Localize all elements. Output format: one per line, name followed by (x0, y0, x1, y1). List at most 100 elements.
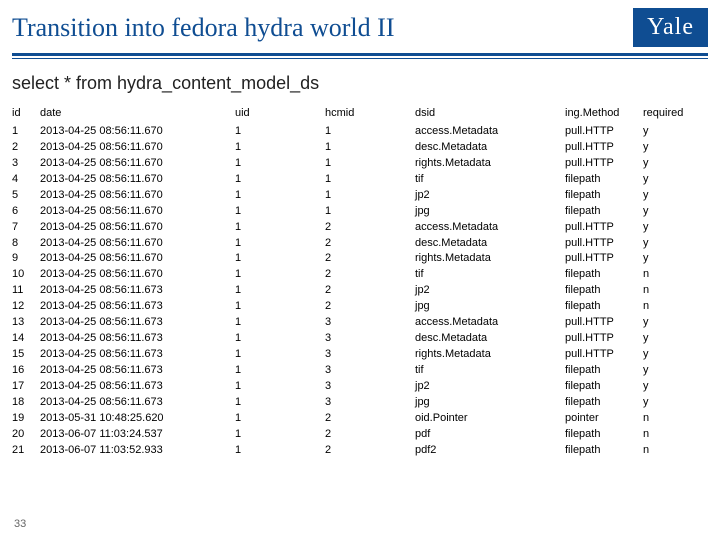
cell-method: filepath (565, 443, 643, 459)
cell-dsid: jp2 (415, 379, 565, 395)
table-row: 122013-04-25 08:56:11.67312jpgfilepathn (12, 299, 708, 315)
cell-required: y (643, 124, 703, 140)
cell-hcmid: 2 (325, 251, 415, 267)
cell-method: pull.HTTP (565, 331, 643, 347)
title-underline-thick (12, 53, 708, 56)
cell-required: y (643, 140, 703, 156)
cell-dsid: access.Metadata (415, 315, 565, 331)
sql-query-text: select * from hydra_content_model_ds (12, 73, 708, 94)
cell-hcmid: 2 (325, 427, 415, 443)
cell-hcmid: 2 (325, 267, 415, 283)
cell-date: 2013-06-07 11:03:52.933 (40, 443, 235, 459)
cell-date: 2013-04-25 08:56:11.673 (40, 379, 235, 395)
cell-method: pointer (565, 411, 643, 427)
cell-dsid: desc.Metadata (415, 331, 565, 347)
cell-hcmid: 1 (325, 172, 415, 188)
cell-date: 2013-06-07 11:03:24.537 (40, 427, 235, 443)
table-row: 62013-04-25 08:56:11.67011jpgfilepathy (12, 204, 708, 220)
col-header-required: required (643, 106, 703, 122)
cell-hcmid: 3 (325, 363, 415, 379)
cell-date: 2013-04-25 08:56:11.670 (40, 188, 235, 204)
cell-id: 2 (12, 140, 40, 156)
cell-method: filepath (565, 299, 643, 315)
cell-required: y (643, 172, 703, 188)
cell-date: 2013-04-25 08:56:11.670 (40, 236, 235, 252)
table-row: 152013-04-25 08:56:11.67313rights.Metada… (12, 347, 708, 363)
cell-method: filepath (565, 363, 643, 379)
cell-id: 6 (12, 204, 40, 220)
table-row: 162013-04-25 08:56:11.67313tiffilepathy (12, 363, 708, 379)
cell-dsid: desc.Metadata (415, 140, 565, 156)
cell-hcmid: 2 (325, 411, 415, 427)
cell-method: pull.HTTP (565, 140, 643, 156)
cell-uid: 1 (235, 395, 325, 411)
brand-logo-box: Yale (633, 8, 708, 47)
cell-date: 2013-04-25 08:56:11.673 (40, 315, 235, 331)
page-number: 33 (14, 518, 26, 530)
cell-method: pull.HTTP (565, 156, 643, 172)
cell-date: 2013-04-25 08:56:11.673 (40, 299, 235, 315)
cell-hcmid: 1 (325, 124, 415, 140)
cell-method: filepath (565, 283, 643, 299)
cell-required: y (643, 331, 703, 347)
cell-uid: 1 (235, 315, 325, 331)
cell-uid: 1 (235, 188, 325, 204)
cell-dsid: pdf2 (415, 443, 565, 459)
cell-id: 1 (12, 124, 40, 140)
cell-method: filepath (565, 188, 643, 204)
cell-required: y (643, 395, 703, 411)
cell-uid: 1 (235, 220, 325, 236)
cell-dsid: tif (415, 172, 565, 188)
cell-required: n (643, 267, 703, 283)
cell-uid: 1 (235, 172, 325, 188)
cell-id: 12 (12, 299, 40, 315)
cell-method: filepath (565, 379, 643, 395)
cell-date: 2013-04-25 08:56:11.673 (40, 363, 235, 379)
slide-title: Transition into fedora hydra world II (12, 13, 394, 43)
cell-id: 7 (12, 220, 40, 236)
cell-uid: 1 (235, 251, 325, 267)
col-header-date: date (40, 106, 235, 122)
cell-hcmid: 1 (325, 140, 415, 156)
cell-dsid: rights.Metadata (415, 347, 565, 363)
cell-uid: 1 (235, 411, 325, 427)
cell-required: n (643, 427, 703, 443)
cell-id: 20 (12, 427, 40, 443)
table-row: 172013-04-25 08:56:11.67313jp2filepathy (12, 379, 708, 395)
cell-method: filepath (565, 427, 643, 443)
cell-id: 16 (12, 363, 40, 379)
cell-hcmid: 3 (325, 395, 415, 411)
cell-hcmid: 1 (325, 204, 415, 220)
cell-required: y (643, 236, 703, 252)
cell-uid: 1 (235, 267, 325, 283)
cell-required: n (643, 283, 703, 299)
cell-id: 10 (12, 267, 40, 283)
cell-required: n (643, 299, 703, 315)
cell-uid: 1 (235, 204, 325, 220)
cell-required: n (643, 443, 703, 459)
table-row: 212013-06-07 11:03:52.93312pdf2filepathn (12, 443, 708, 459)
cell-date: 2013-04-25 08:56:11.673 (40, 395, 235, 411)
cell-hcmid: 3 (325, 379, 415, 395)
cell-uid: 1 (235, 331, 325, 347)
table-row: 52013-04-25 08:56:11.67011jp2filepathy (12, 188, 708, 204)
cell-method: pull.HTTP (565, 347, 643, 363)
cell-method: pull.HTTP (565, 236, 643, 252)
cell-dsid: jpg (415, 299, 565, 315)
col-header-hcmid: hcmid (325, 106, 415, 122)
cell-uid: 1 (235, 283, 325, 299)
table-row: 92013-04-25 08:56:11.67012rights.Metadat… (12, 251, 708, 267)
cell-dsid: oid.Pointer (415, 411, 565, 427)
cell-id: 4 (12, 172, 40, 188)
title-underline-thin (12, 58, 708, 59)
cell-uid: 1 (235, 156, 325, 172)
cell-id: 3 (12, 156, 40, 172)
table-row: 42013-04-25 08:56:11.67011tiffilepathy (12, 172, 708, 188)
cell-dsid: jp2 (415, 283, 565, 299)
cell-dsid: jpg (415, 204, 565, 220)
cell-dsid: tif (415, 363, 565, 379)
cell-dsid: jpg (415, 395, 565, 411)
cell-method: filepath (565, 204, 643, 220)
table-row: 132013-04-25 08:56:11.67313access.Metada… (12, 315, 708, 331)
table-row: 102013-04-25 08:56:11.67012tiffilepathn (12, 267, 708, 283)
